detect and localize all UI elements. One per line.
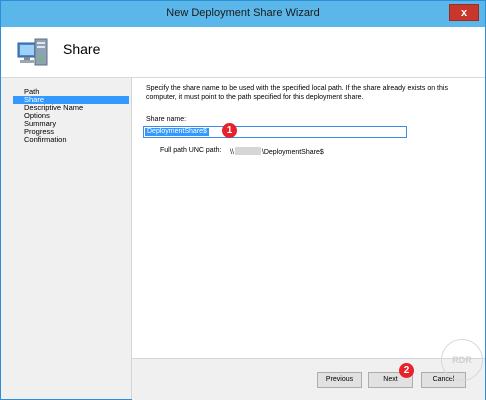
unc-path-value: \\ \DeploymentShare$ — [230, 147, 324, 156]
main-content: Specify the share name to be used with t… — [132, 78, 485, 358]
title-bar[interactable]: New Deployment Share Wizard x — [1, 1, 485, 27]
share-name-value: DeploymentShare$ — [145, 128, 209, 136]
annotation-badge-2: 2 — [399, 363, 414, 378]
unc-path-suffix: \DeploymentShare$ — [261, 149, 324, 156]
step-confirmation[interactable]: Confirmation — [13, 136, 129, 144]
annotation-badge-1: 1 — [222, 123, 237, 138]
wizard-footer: Previous Next Cancel 2 — [132, 358, 485, 400]
redacted-server-name — [234, 147, 261, 155]
wizard-header: Share — [1, 27, 485, 78]
watermark-logo: RDR — [441, 339, 483, 381]
wizard-window: New Deployment Share Wizard x Share Path… — [0, 0, 486, 400]
window-title: New Deployment Share Wizard — [166, 7, 320, 19]
unc-path-label: Full path UNC path: — [160, 147, 222, 154]
share-name-input[interactable]: DeploymentShare$ — [143, 126, 407, 138]
previous-button[interactable]: Previous — [317, 372, 362, 388]
instructions-text: Specify the share name to be used with t… — [146, 85, 448, 101]
computer-icon — [17, 38, 48, 66]
share-name-label: Share name: — [146, 116, 187, 123]
close-button[interactable]: x — [449, 4, 479, 21]
unc-path-prefix: \\ — [230, 149, 234, 156]
wizard-steps-sidebar: Path Share Descriptive Name Options Summ… — [1, 78, 132, 399]
page-title: Share — [63, 41, 101, 57]
steps-list: Path Share Descriptive Name Options Summ… — [13, 88, 129, 144]
